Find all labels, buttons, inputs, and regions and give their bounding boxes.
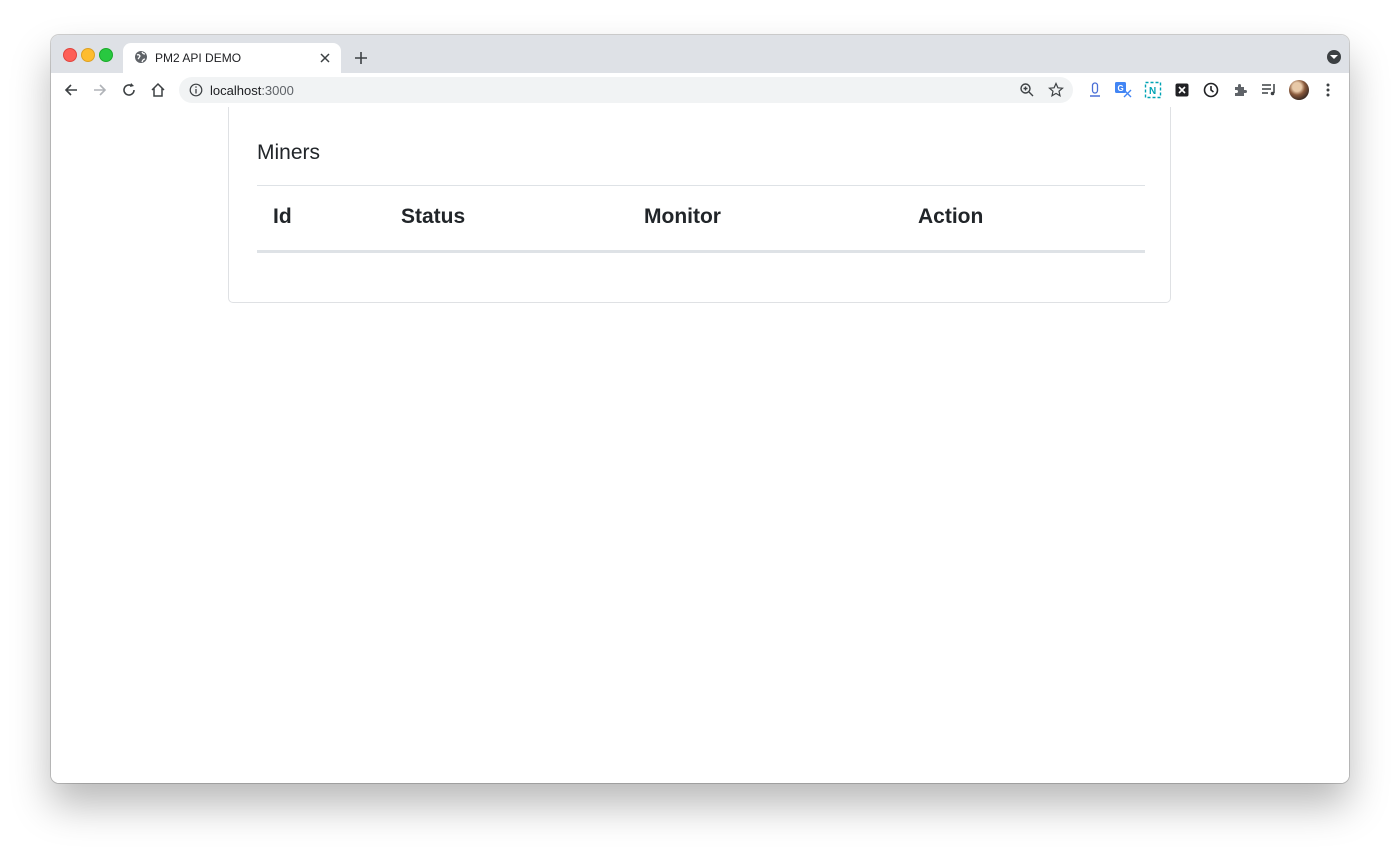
home-icon[interactable] bbox=[148, 80, 168, 100]
tab-search-icon[interactable] bbox=[1327, 50, 1341, 64]
browser-tab[interactable]: PM2 API DEMO bbox=[123, 43, 341, 73]
window-minimize-button[interactable] bbox=[81, 48, 95, 62]
column-header-monitor: Monitor bbox=[644, 205, 721, 228]
x-extension-icon[interactable] bbox=[1173, 81, 1191, 99]
card-title: Miners bbox=[257, 141, 321, 164]
menu-icon[interactable] bbox=[1319, 81, 1337, 99]
reload-icon[interactable] bbox=[119, 80, 139, 100]
plus-icon[interactable] bbox=[351, 48, 371, 68]
address-bar[interactable]: localhost:3000 bbox=[179, 77, 1073, 103]
notion-icon[interactable]: N bbox=[1144, 81, 1162, 99]
table-header: Id Status Monitor Action bbox=[257, 186, 1145, 250]
zoom-icon[interactable] bbox=[1019, 82, 1035, 98]
window-close-button[interactable] bbox=[63, 48, 77, 62]
globe-icon bbox=[135, 51, 147, 63]
extension-icon[interactable] bbox=[1086, 81, 1104, 99]
forward-icon[interactable] bbox=[90, 80, 110, 100]
star-icon[interactable] bbox=[1048, 82, 1064, 98]
tab-title: PM2 API DEMO bbox=[155, 51, 242, 65]
puzzle-icon[interactable] bbox=[1231, 81, 1249, 99]
url-host: localhost bbox=[210, 83, 262, 98]
page-content: Miners Id Status Monitor Action bbox=[51, 107, 1349, 783]
column-header-status: Status bbox=[401, 205, 466, 228]
clock-icon[interactable] bbox=[1202, 81, 1220, 99]
media-icon[interactable] bbox=[1260, 81, 1278, 99]
miners-table: Id Status Monitor Action bbox=[257, 185, 1145, 253]
close-icon[interactable] bbox=[318, 51, 332, 65]
back-icon[interactable] bbox=[61, 80, 81, 100]
info-icon[interactable] bbox=[189, 83, 203, 97]
table-header-border bbox=[257, 250, 1145, 253]
translate-icon[interactable]: G bbox=[1114, 81, 1132, 99]
title-bar: PM2 API DEMO bbox=[51, 35, 1349, 73]
column-header-action: Action bbox=[918, 205, 984, 228]
column-header-id: Id bbox=[273, 205, 292, 228]
avatar[interactable] bbox=[1289, 80, 1309, 100]
miners-card: Miners Id Status Monitor Action bbox=[228, 107, 1171, 303]
browser-toolbar: localhost:3000 G N bbox=[51, 73, 1349, 108]
url-text[interactable]: localhost:3000 bbox=[210, 83, 294, 98]
window-maximize-button[interactable] bbox=[99, 48, 113, 62]
url-port: :3000 bbox=[261, 83, 294, 98]
svg-text:G: G bbox=[1118, 84, 1124, 93]
svg-text:N: N bbox=[1149, 86, 1156, 97]
browser-window: PM2 API DEMO localhost:3000 G N Miners I… bbox=[51, 35, 1349, 783]
